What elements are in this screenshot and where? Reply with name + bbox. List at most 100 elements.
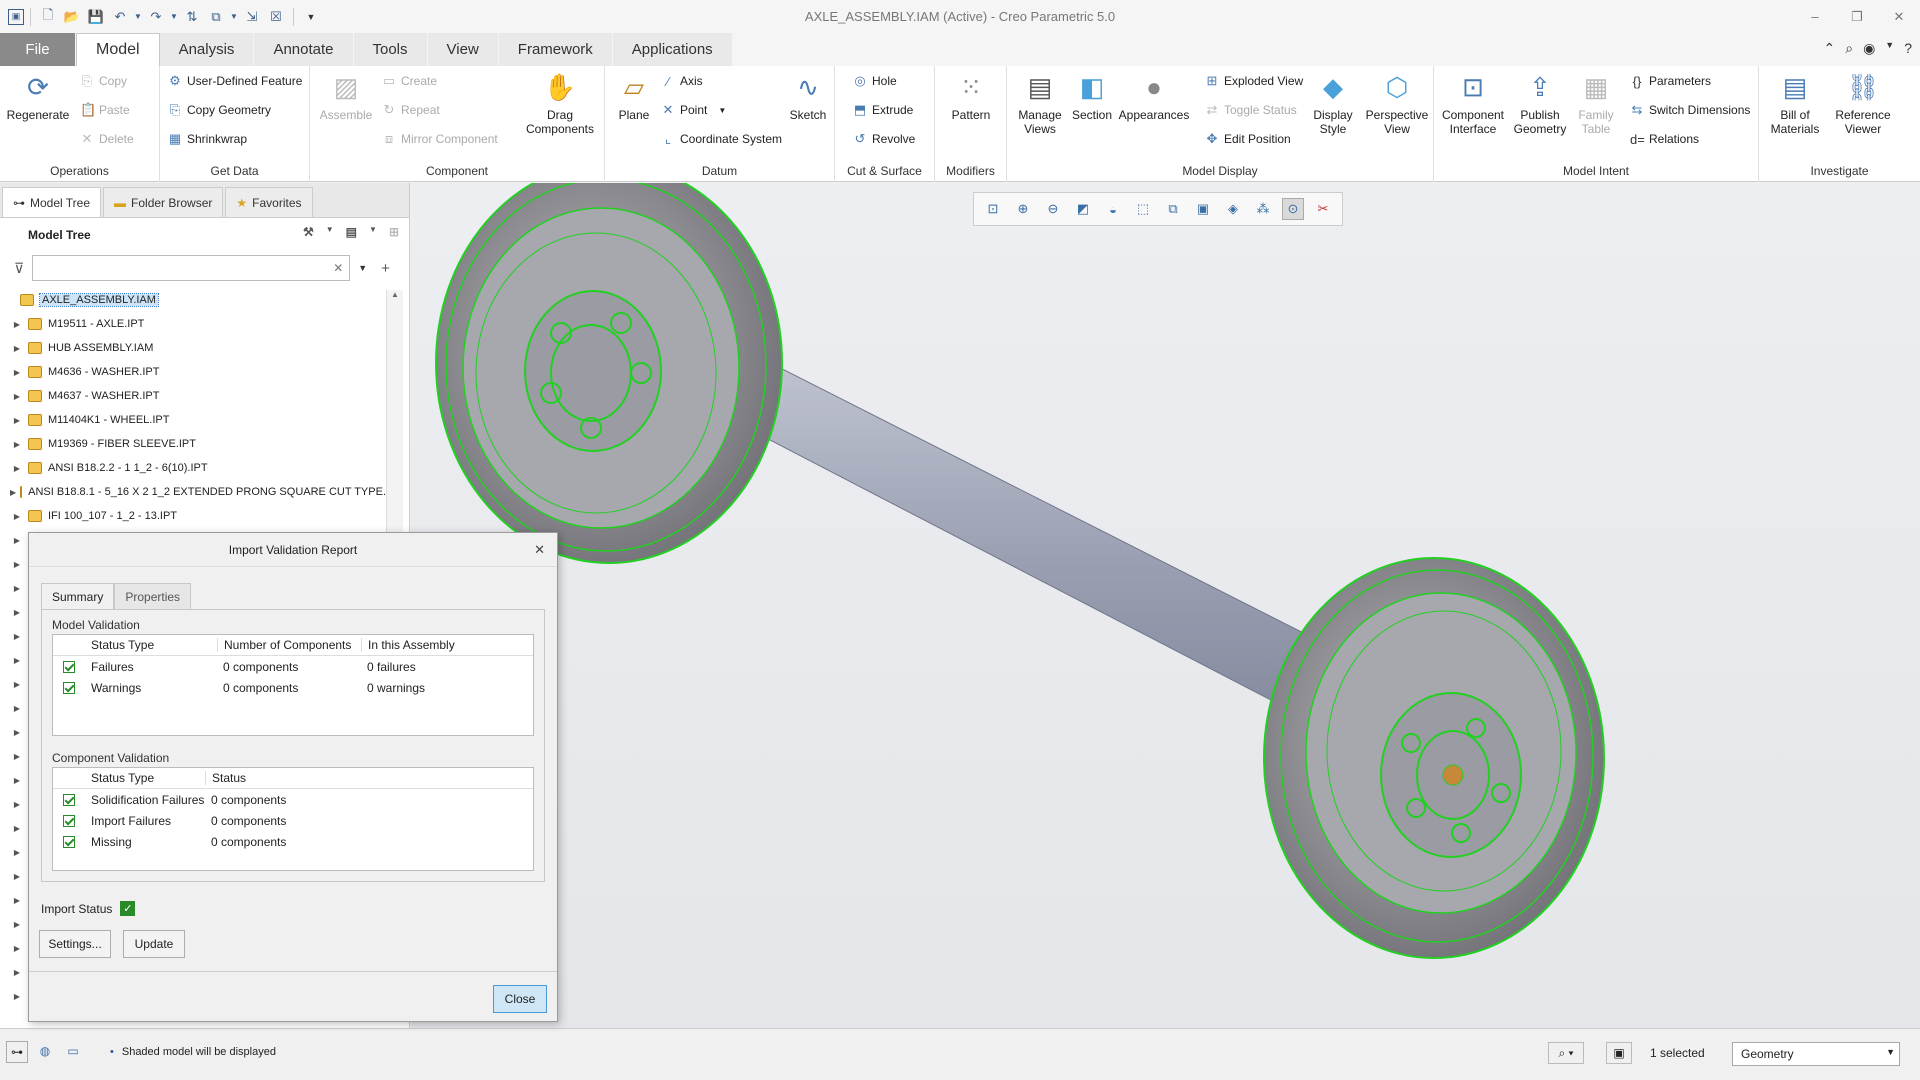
group-label-datum[interactable]: Datum <box>605 164 834 178</box>
table-row[interactable]: Failures 0 components 0 failures <box>53 656 533 677</box>
undo-menu-icon[interactable]: ▼ <box>133 6 143 28</box>
coordinate-system-button[interactable]: ⌞ Coordinate System <box>661 128 782 150</box>
display-style-icon[interactable]: ◒ <box>1102 198 1124 220</box>
plane-button[interactable]: ▱ Plane <box>609 70 659 122</box>
expand-arrow-icon[interactable]: ▶ <box>10 632 24 641</box>
expand-arrow-icon[interactable]: ▶ <box>10 440 24 449</box>
tab-favorites[interactable]: ★ Favorites <box>225 187 313 217</box>
bill-of-materials-button[interactable]: ▤ Bill of Materials <box>1765 70 1825 136</box>
community-icon[interactable]: ◉ <box>1863 40 1875 57</box>
zoom-in-icon[interactable]: ⊕ <box>1012 198 1034 220</box>
sketch-button[interactable]: ∿ Sketch <box>785 70 831 122</box>
tree-node[interactable]: ▶ M4637 - WASHER.IPT <box>6 384 386 408</box>
repaint-icon[interactable]: ◩ <box>1072 198 1094 220</box>
show-navigator-icon[interactable]: ⊶ <box>6 1041 28 1063</box>
tab-properties[interactable]: Properties <box>114 583 192 609</box>
pattern-button[interactable]: ⁙ Pattern <box>945 70 997 122</box>
close-window-button[interactable]: ✕ <box>1878 0 1920 33</box>
search-options-icon[interactable]: ▼ <box>358 263 367 273</box>
drag-components-button[interactable]: ✋ Drag Components <box>520 70 600 136</box>
group-label-component[interactable]: Component <box>310 164 604 178</box>
expand-arrow-icon[interactable]: ▶ <box>10 920 24 929</box>
new-icon[interactable]: 🗋 <box>37 6 59 28</box>
status-check-icon[interactable] <box>63 660 75 673</box>
mirror-component-button[interactable]: ⧈ Mirror Component <box>382 128 498 150</box>
perspective-view-icon[interactable]: ▣ <box>1192 198 1214 220</box>
redo-icon[interactable]: ↷ <box>145 6 167 28</box>
saved-orientations-icon[interactable]: ⬚ <box>1132 198 1154 220</box>
tab-analysis[interactable]: Analysis <box>159 33 255 66</box>
close-button[interactable]: Close <box>493 985 547 1013</box>
expand-arrow-icon[interactable]: ▶ <box>10 416 24 425</box>
redo-menu-icon[interactable]: ▼ <box>169 6 179 28</box>
tab-model[interactable]: Model <box>76 33 160 66</box>
scroll-up-icon[interactable]: ▲ <box>387 290 403 299</box>
search-input[interactable]: ✕ <box>32 255 351 281</box>
relations-button[interactable]: d= Relations <box>1630 128 1699 150</box>
tree-node[interactable]: ▶ M19511 - AXLE.IPT <box>6 312 386 336</box>
expand-arrow-icon[interactable]: ▶ <box>10 392 24 401</box>
table-row[interactable]: Warnings 0 components 0 warnings <box>53 677 533 698</box>
axis-button[interactable]: ⁄ Axis <box>661 70 703 92</box>
table-row[interactable]: Import Failures 0 components <box>53 810 533 831</box>
expand-arrow-icon[interactable]: ▶ <box>10 608 24 617</box>
graphics-window[interactable] <box>411 183 1920 1028</box>
tree-columns-icon[interactable]: ⊞ <box>389 225 399 239</box>
expand-arrow-icon[interactable]: ▶ <box>10 320 24 329</box>
expand-arrow-icon[interactable]: ▶ <box>10 992 24 1001</box>
tab-tools[interactable]: Tools <box>353 33 428 66</box>
tab-framework[interactable]: Framework <box>498 33 613 66</box>
table-row[interactable]: Missing 0 components <box>53 831 533 852</box>
expand-arrow-icon[interactable]: ▶ <box>10 872 24 881</box>
perspective-view-button[interactable]: ⬡ Perspective View <box>1363 70 1431 136</box>
expand-arrow-icon[interactable]: ▶ <box>10 512 24 521</box>
expand-arrow-icon[interactable]: ▶ <box>10 968 24 977</box>
expand-arrow-icon[interactable]: ▶ <box>10 560 24 569</box>
tree-settings-icon[interactable]: ⚒ <box>303 225 314 239</box>
expand-arrow-icon[interactable]: ▶ <box>10 848 24 857</box>
customize-icon[interactable]: ▼ <box>300 6 322 28</box>
selection-filter[interactable]: Geometry ▼ <box>1732 1042 1900 1066</box>
view-manager-icon[interactable]: ⧉ <box>1162 198 1184 220</box>
group-label-operations[interactable]: Operations <box>0 164 159 178</box>
tab-summary[interactable]: Summary <box>41 583 115 609</box>
table-row[interactable]: Solidification Failures 0 components <box>53 789 533 810</box>
expand-arrow-icon[interactable]: ▶ <box>10 488 16 497</box>
delete-button[interactable]: ✕ Delete <box>80 128 134 150</box>
tree-node[interactable]: ▶ M4636 - WASHER.IPT <box>6 360 386 384</box>
edit-position-button[interactable]: ✥ Edit Position <box>1205 128 1291 150</box>
expand-arrow-icon[interactable]: ▶ <box>10 680 24 689</box>
component-interface-button[interactable]: ⊡ Component Interface <box>1438 70 1508 136</box>
shrinkwrap-button[interactable]: ▦ Shrinkwrap <box>168 128 247 150</box>
show-icon[interactable]: ▤ <box>346 225 357 239</box>
copy-geometry-button[interactable]: ⎘ Copy Geometry <box>168 99 271 121</box>
tab-applications[interactable]: Applications <box>612 33 733 66</box>
group-label-model-display[interactable]: Model Display <box>1007 164 1433 178</box>
axle-assembly-model[interactable] <box>411 183 1920 1028</box>
status-check-icon[interactable] <box>63 814 75 827</box>
app-icon[interactable]: ▣ <box>8 8 24 25</box>
group-label-investigate[interactable]: Investigate <box>1759 164 1920 178</box>
tree-node[interactable]: ▶ M11404K1 - WHEEL.IPT <box>6 408 386 432</box>
display-style-button[interactable]: ◆ Display Style <box>1307 70 1359 136</box>
add-icon[interactable]: + <box>381 260 390 277</box>
windows-menu-icon[interactable]: ▼ <box>229 6 239 28</box>
minimize-icon[interactable]: – <box>1794 0 1836 33</box>
expand-arrow-icon[interactable]: ▶ <box>10 464 24 473</box>
tree-node[interactable]: ▶ ANSI B18.2.2 - 1 1_2 - 6(10).IPT <box>6 456 386 480</box>
tree-settings-menu-icon[interactable]: ▼ <box>326 225 334 239</box>
column-header[interactable]: Status Type <box>85 771 205 785</box>
expand-arrow-icon[interactable]: ▶ <box>10 704 24 713</box>
family-table-button[interactable]: ▦ Family Table <box>1572 70 1620 136</box>
tab-folder-browser[interactable]: ▬ Folder Browser <box>103 187 224 217</box>
point-menu-icon[interactable]: ▼ <box>718 106 726 115</box>
save-icon[interactable]: 💾 <box>85 6 107 28</box>
tree-node[interactable]: ▶ HUB ASSEMBLY.IAM <box>6 336 386 360</box>
annotation-display-icon[interactable]: ⁂ <box>1252 198 1274 220</box>
help-icon[interactable]: ? <box>1904 40 1912 57</box>
undo-icon[interactable]: ↶ <box>109 6 131 28</box>
status-check-icon[interactable] <box>63 793 75 806</box>
exploded-view-button[interactable]: ⊞ Exploded View <box>1205 70 1304 92</box>
regenerate-button[interactable]: ⟳ Regenerate <box>6 70 70 122</box>
repeat-button[interactable]: ↻ Repeat <box>382 99 440 121</box>
